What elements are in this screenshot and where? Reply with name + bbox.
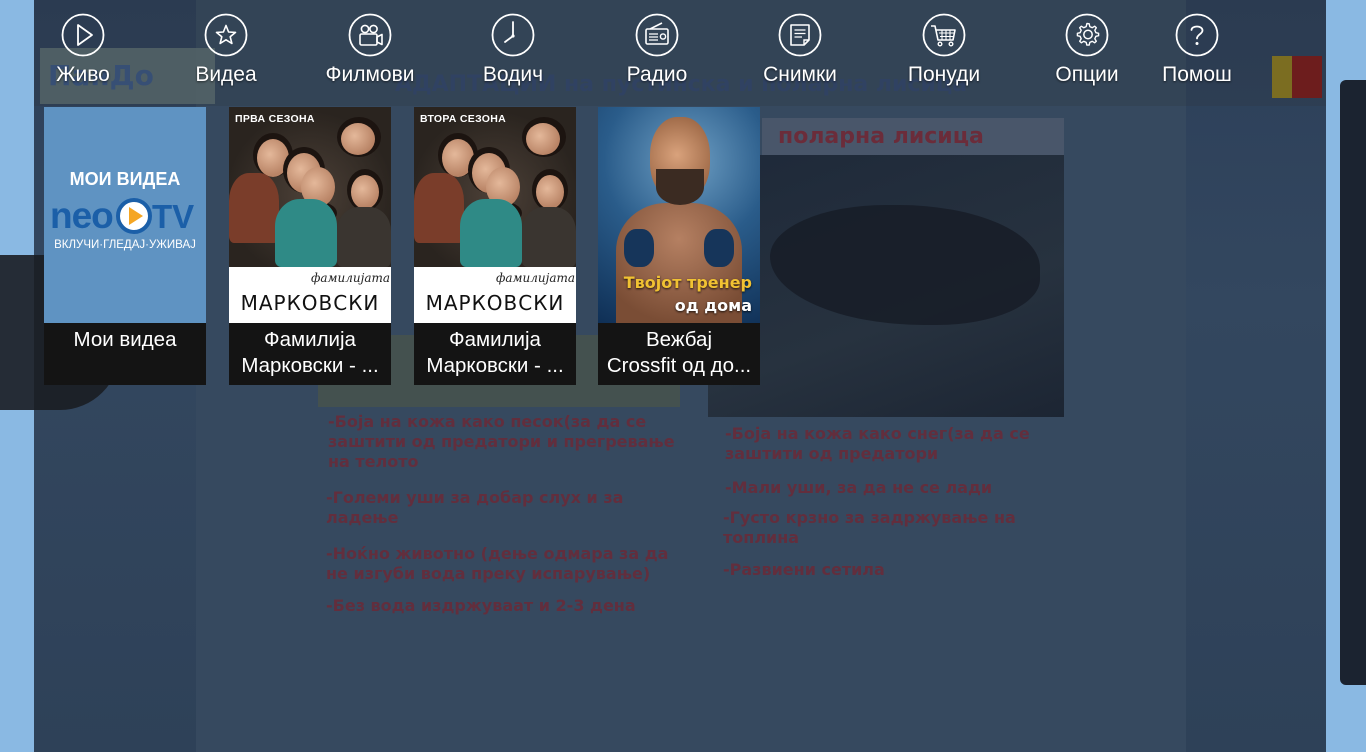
background-note: -Боја на кожа како песок(за да се заштит… [328, 412, 675, 471]
series-poster-photo [229, 107, 391, 267]
radio-icon [635, 13, 679, 57]
clock-icon [491, 13, 535, 57]
recordings-icon [778, 13, 822, 57]
logo-text-right: TV [152, 198, 194, 235]
series-season-label: ПРВА СЕЗОНА [235, 113, 315, 125]
background-note: -Развиени сетила [723, 560, 885, 579]
menu-item-offers[interactable]: Понуди [884, 13, 1004, 93]
tile-thumbnail: Твојот тренер од дома [598, 107, 760, 323]
menu-label: Понуди [907, 63, 981, 86]
play-icon [61, 13, 105, 57]
menu-item-recordings[interactable]: Снимки [740, 13, 860, 93]
gear-icon [1065, 13, 1109, 57]
kettlebell-icon [624, 229, 654, 267]
star-icon [204, 13, 248, 57]
series-poster-photo [414, 107, 576, 267]
background-note: -Мали уши, за да не се лади [725, 478, 993, 497]
neotv-logo: neo TV [50, 195, 194, 236]
background-note: -Без вода издржуваат и 2-3 дена [326, 596, 636, 615]
shopping-cart-icon [922, 13, 966, 57]
tile-markovski-season-1[interactable]: ПРВА СЕЗОНА фамилијата МАРКОВСКИ Фамилиј… [229, 107, 391, 385]
tile-caption: Мои видеа [73, 328, 177, 351]
question-icon [1175, 13, 1219, 57]
series-season-label: ВТОРА СЕЗОНА [420, 113, 507, 125]
menu-item-options[interactable]: Опции [1027, 13, 1147, 93]
tile-thumbnail: ПРВА СЕЗОНА фамилијата МАРКОВСКИ [229, 107, 391, 323]
menu-item-guide[interactable]: Водич [453, 13, 573, 93]
menu-item-videos[interactable]: Видеа [166, 13, 286, 93]
menu-label: Филмови [325, 63, 415, 86]
background-device-edge [1340, 80, 1366, 685]
promo-text-line1: Твојот тренер [623, 273, 752, 292]
kettlebell-icon [704, 229, 734, 267]
promo-text-line2: од дома [674, 296, 752, 315]
background-fox-label: поларна лисица [762, 118, 1064, 158]
tile-crossfit-workout[interactable]: Твојот тренер од дома Вежбај Crossfit од… [598, 107, 760, 385]
menu-label: Помош [1162, 63, 1232, 86]
tile-my-videos[interactable]: МОИ ВИДЕА neo TV ВКЛУЧИ·ГЛЕДАЈ·УЖИВАЈ Мо… [44, 107, 206, 385]
trainer-beard [656, 169, 704, 205]
series-script-title: фамилијата [496, 271, 576, 285]
tile-caption: Фамилија Марковски - ... [241, 328, 379, 377]
tile-caption: Вежбај Crossfit од до... [606, 328, 752, 377]
series-name: МАРКОВСКИ [425, 291, 565, 315]
movie-camera-icon [348, 13, 392, 57]
thumb-slogan: ВКЛУЧИ·ГЛЕДАЈ·УЖИВАЈ [54, 239, 196, 251]
background-note: -Боја на кожа како снег(за да се заштити… [725, 424, 1030, 463]
menu-item-help[interactable]: Помош [1137, 13, 1257, 93]
background-note: -Густо крзно за задржување на топлина [723, 508, 1016, 547]
menu-label: Живо [56, 63, 110, 86]
tile-thumbnail: МОИ ВИДЕА neo TV ВКЛУЧИ·ГЛЕДАЈ·УЖИВАЈ [44, 107, 206, 323]
logo-text-left: neo [50, 195, 113, 236]
menu-label: Опции [1055, 63, 1119, 86]
tile-markovski-season-2[interactable]: ВТОРА СЕЗОНА фамилијата МАРКОВСКИ Фамили… [414, 107, 576, 385]
menu-item-live[interactable]: Живо [23, 13, 143, 93]
menu-item-radio[interactable]: Радио [597, 13, 717, 93]
menu-label: Видеа [195, 63, 257, 86]
series-script-title: фамилијата [311, 271, 391, 285]
menu-label: Снимки [763, 63, 837, 86]
tile-caption: Фамилија Марковски - ... [426, 328, 564, 377]
background-note: -Ноќно животно (дење одмара за да не изг… [326, 544, 669, 583]
tv-app-screen: ПанДо АДАПТАЦИИ на пустинска и поларна л… [0, 0, 1366, 752]
menu-label: Водич [482, 63, 544, 86]
menu-label: Радио [626, 63, 688, 86]
background-note: -Големи уши за добар слух и за ладење [326, 488, 624, 527]
tile-thumbnail: ВТОРА СЕЗОНА фамилијата МАРКОВСКИ [414, 107, 576, 323]
series-name: МАРКОВСКИ [240, 291, 380, 315]
thumb-title: МОИ ВИДЕА [69, 169, 181, 189]
menu-item-movies[interactable]: Филмови [310, 13, 430, 93]
